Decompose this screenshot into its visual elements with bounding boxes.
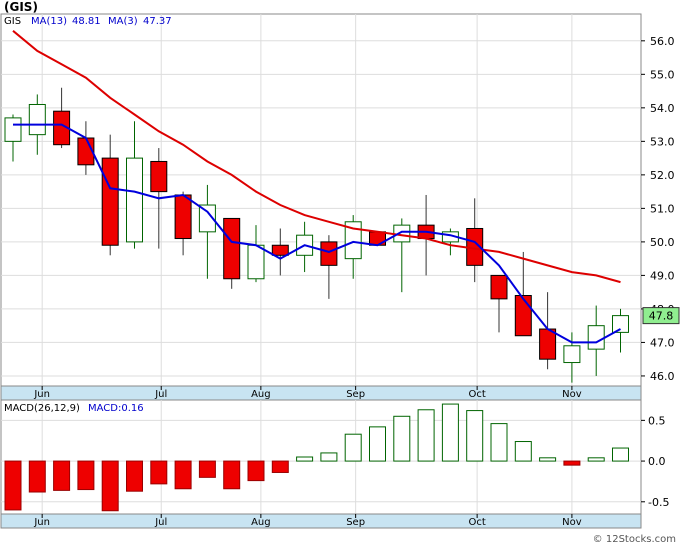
price-y-tick-label: 47.0 [650, 336, 675, 349]
macd-bar-negative [28, 460, 46, 493]
macd-bar-positive [612, 447, 629, 462]
macd-bar-positive [514, 441, 532, 462]
price-y-tick-label: 51.0 [650, 202, 675, 215]
macd-bar-negative [53, 460, 71, 491]
candle-body [247, 244, 265, 280]
legend-symbol: GIS [4, 16, 21, 27]
macd-bar-positive [393, 415, 411, 462]
macd-x-tick-label: Oct [468, 517, 485, 528]
macd-bar-positive [587, 457, 605, 462]
candle-body [271, 244, 289, 256]
candle-body [174, 194, 192, 240]
stock-chart: JunJulAugSepOctNov 46.047.048.049.050.05… [0, 13, 680, 545]
macd-bar-positive [466, 410, 484, 462]
legend-ma3-label: MA(3) [108, 16, 138, 27]
price-y-tick-label: 54.0 [650, 102, 675, 115]
macd-bar-negative [247, 460, 265, 482]
price-date-axis: Jun Jul Aug Sep Oct Nov [0, 385, 642, 401]
price-y-tick-label: 49.0 [650, 269, 675, 282]
macd-legend-label: MACD(26,12,9) [4, 403, 80, 414]
candle-body [490, 274, 508, 300]
price-x-tick-label: Aug [251, 389, 271, 400]
price-x-tick-label: Nov [562, 389, 582, 400]
candle-down [223, 217, 241, 289]
price-y-tick-label: 56.0 [650, 35, 675, 48]
candle-body [587, 325, 605, 350]
candle-body [514, 295, 532, 337]
macd-x-tick-label: Aug [251, 517, 271, 528]
chart-root: JunJulAugSepOctNov 46.047.048.049.050.05… [0, 0, 680, 546]
macd-bar-positive [296, 456, 314, 462]
macd-y-tick-label: -0.5 [648, 496, 669, 509]
chart-title: (GIS) [4, 0, 38, 14]
price-y-tick-label: 46.0 [650, 370, 675, 383]
macd-bar-negative [174, 460, 192, 490]
macd-date-axis-band [0, 513, 642, 529]
macd-bar-positive [320, 452, 338, 462]
macd-y-tick-label: 0.0 [648, 455, 666, 468]
legend-ma13-value: 48.81 [72, 16, 101, 27]
macd-bar-negative [563, 460, 581, 466]
candle-body [28, 103, 46, 136]
macd-x-tick-label: Nov [562, 517, 582, 528]
legend-ma13-label: MA(13) [31, 16, 67, 27]
candle-body [320, 241, 338, 266]
macd-x-tick-label: Jun [33, 517, 50, 528]
candle-body [539, 328, 557, 360]
candle-body [150, 160, 168, 193]
candle-body [126, 157, 143, 243]
macd-legend-value: MACD:0.16 [88, 403, 144, 414]
macd-bar-negative [4, 460, 22, 511]
price-date-axis-band [0, 385, 642, 401]
price-x-tick-label: Sep [346, 389, 365, 400]
macd-bar-positive [490, 423, 508, 462]
macd-y-axis: -0.5 0.0 0.5 [641, 414, 669, 509]
price-y-tick-label: 53.0 [650, 135, 675, 148]
macd-bar-positive [369, 426, 386, 462]
macd-bar-negative [101, 460, 119, 512]
price-y-tick-label: 55.0 [650, 68, 675, 81]
candle-body [101, 157, 119, 246]
macd-bar-positive [344, 433, 362, 462]
last-price-badge: 47.8 [642, 307, 680, 325]
macd-bar-positive [417, 409, 435, 462]
candle-body [563, 345, 581, 364]
macd-y-tick-label: 0.5 [648, 414, 666, 427]
macd-x-tick-label: Jul [154, 517, 167, 528]
price-x-tick-label: Oct [468, 389, 485, 400]
macd-bar-negative [77, 460, 95, 491]
price-x-tick-label: Jul [154, 389, 167, 400]
price-x-tick-label: Jun [33, 389, 50, 400]
legend-ma3-value: 47.37 [143, 16, 172, 27]
macd-bar-negative [126, 460, 143, 492]
macd-bar-positive [539, 457, 557, 462]
price-y-tick-label: 50.0 [650, 236, 675, 249]
macd-bar-positive [441, 403, 459, 462]
macd-x-tick-label: Sep [346, 517, 365, 528]
macd-bar-negative [271, 460, 289, 473]
candle-body [4, 117, 22, 142]
macd-bar-negative [198, 460, 216, 478]
macd-bar-negative [223, 460, 241, 490]
last-price-badge-value: 47.8 [649, 310, 674, 323]
macd-bar-negative [150, 460, 168, 485]
price-y-axis: 46.047.048.049.050.051.052.053.054.055.0… [641, 35, 675, 383]
macd-date-axis: Jun Jul Aug Sep Oct Nov [0, 513, 642, 529]
candle-body [223, 217, 241, 280]
watermark: © 12Stocks.com [593, 534, 676, 545]
price-y-tick-label: 52.0 [650, 169, 675, 182]
